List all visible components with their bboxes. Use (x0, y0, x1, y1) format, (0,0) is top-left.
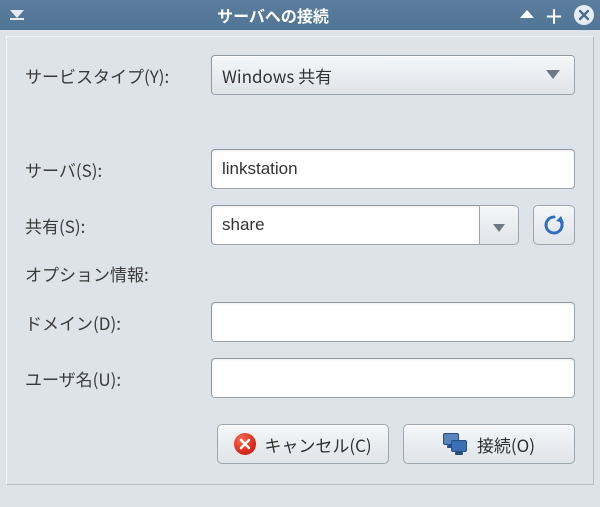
service-type-value: Windows 共有 (222, 63, 332, 88)
share-label: 共有(S): (25, 213, 203, 238)
refresh-button[interactable] (533, 205, 575, 245)
share-combobox (211, 205, 519, 245)
options-header: オプション情報: (25, 261, 575, 286)
username-input[interactable] (211, 358, 575, 398)
share-input[interactable] (211, 205, 479, 245)
share-dropdown-button[interactable] (479, 205, 519, 245)
server-label: サーバ(S): (25, 157, 203, 182)
connect-button-label: 接続(O) (477, 432, 535, 457)
username-label: ユーザ名(U): (25, 366, 203, 391)
domain-input[interactable] (211, 302, 575, 342)
titlebar: サーバへの接続 ＋ (0, 0, 600, 30)
maximize-icon[interactable]: ＋ (544, 1, 564, 30)
dialog-body: サービスタイプ(Y): Windows 共有 サーバ(S): 共有(S): (0, 30, 600, 491)
network-icon (443, 433, 469, 455)
service-type-label: サービスタイプ(Y): (25, 63, 203, 88)
close-icon[interactable] (574, 5, 594, 25)
service-type-dropdown[interactable]: Windows 共有 (211, 55, 575, 95)
rollup-icon[interactable] (520, 10, 534, 20)
window-title: サーバへの接続 (26, 3, 520, 27)
domain-label: ドメイン(D): (25, 310, 203, 335)
connect-button[interactable]: 接続(O) (403, 424, 575, 464)
refresh-icon (543, 214, 565, 236)
chevron-down-icon (546, 70, 560, 80)
cancel-button-label: キャンセル(C) (264, 432, 371, 457)
server-input[interactable] (211, 149, 575, 189)
cancel-button[interactable]: キャンセル(C) (217, 424, 389, 464)
window-menu-icon[interactable] (8, 6, 26, 24)
chevron-down-icon (493, 213, 505, 238)
panel: サービスタイプ(Y): Windows 共有 サーバ(S): 共有(S): (6, 36, 594, 485)
cancel-icon (234, 433, 256, 455)
dialog-footer: キャンセル(C) 接続(O) (25, 424, 575, 464)
